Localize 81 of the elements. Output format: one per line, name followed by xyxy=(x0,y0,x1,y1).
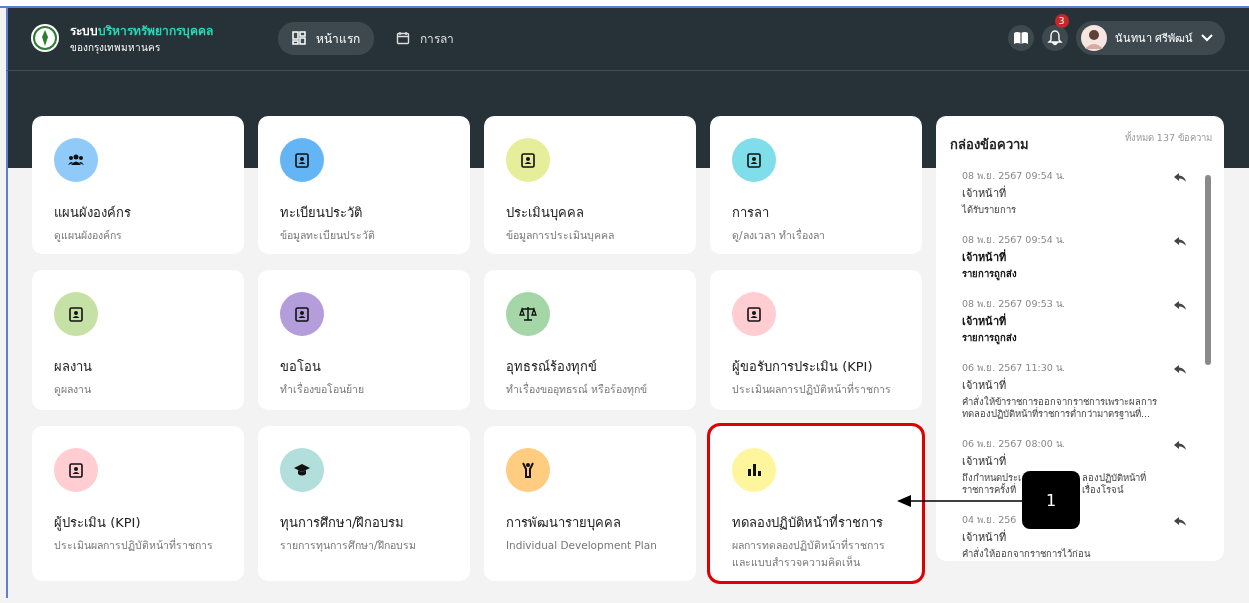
book-icon xyxy=(1012,31,1029,45)
menu-card[interactable]: ผู้ประเมิน (KPI) ประเมินผลการปฏิบัติหน้าที่ราชการ xyxy=(32,426,244,581)
card-description: ประเมินผลการปฏิบัติหน้าที่ราชการ xyxy=(54,537,214,553)
message-date: 06 พ.ย. 2567 11:30 น. xyxy=(962,361,1066,375)
message-text: ถึงกำหนดประเ xyxy=(962,472,1021,483)
menu-card[interactable]: การลา ดู/ลงเวลา ทำเรื่องลา xyxy=(710,116,922,254)
message-text: คำสั่งให้ออกจากราชการไว้ก่อน xyxy=(962,548,1092,557)
card-title: ผลงาน xyxy=(54,358,93,376)
menu-card[interactable]: ทุนการศึกษา/ฝึกอบรม รายการทุนการศึกษา/ฝึกอบรม xyxy=(258,426,470,581)
menu-card[interactable]: ขอโอน ทำเรื่องขอโอนย้าย xyxy=(258,270,470,410)
card-description: ดูแผนผังองค์กร xyxy=(54,228,123,244)
card-description: ข้อมูลทะเบียนประวัติ xyxy=(280,228,376,244)
message-sender: เจ้าหน้าที่ xyxy=(962,250,1007,266)
card-title: ประเมินบุคคล xyxy=(506,204,585,223)
message-sender: เจ้าหน้าที่ xyxy=(962,454,1007,470)
card-description: รายการทุนการศึกษา/ฝึกอบรม xyxy=(280,538,417,554)
reply-icon[interactable] xyxy=(1174,237,1186,247)
card-title: การพัฒนารายบุคคล xyxy=(506,514,622,533)
message-count: ทั้งหมด 137 ข้อความ xyxy=(1124,130,1212,145)
callout-label: 1 xyxy=(1022,471,1080,529)
card-description: ผลการทดลองปฏิบัติหน้าที่ราชการและแบบสำรวจความคิดเห็น xyxy=(732,537,886,570)
message-text: เรื่องโรจน์ xyxy=(1082,484,1123,496)
menu-card[interactable]: การพัฒนารายบุคคล Individual Development Plan xyxy=(484,426,696,581)
menu-card[interactable]: อุทธรณ์ร้องทุกข์ ทำเรื่องขออุทธรณ์ หรือร้องทุกข์ xyxy=(484,270,696,410)
message-text: ราชการครั้งที่ xyxy=(962,484,1016,496)
card-title: อุทธรณ์ร้องทุกข์ xyxy=(506,358,598,377)
reply-icon[interactable] xyxy=(1174,365,1186,375)
message-date: 06 พ.ย. 2567 08:00 น. xyxy=(962,437,1066,451)
reply-icon[interactable] xyxy=(1174,173,1186,183)
dashboard-icon xyxy=(292,31,306,45)
message-sender: เจ้าหน้าที่ xyxy=(962,186,1007,202)
message-text: รายการถูกส่ง xyxy=(962,268,1018,280)
user-menu[interactable]: นันทนา ศรีพัฒน์ xyxy=(1075,21,1225,55)
card-description: ทำเรื่องขออุทธรณ์ หรือร้องทุกข์ xyxy=(506,381,649,398)
bell-icon xyxy=(1046,30,1063,46)
card-description: ข้อมูลการประเมินบุคคล xyxy=(506,228,615,244)
message-sender: เจ้าหน้าที่ xyxy=(962,378,1007,394)
menu-card[interactable]: ผู้ขอรับการประเมิน (KPI) ประเมินผลการปฏิบัติหน้าที่ราชการ xyxy=(710,270,922,410)
panel-title: กล่องข้อความ xyxy=(950,136,1029,154)
manual-button[interactable] xyxy=(1007,25,1034,51)
card-title: การลา xyxy=(732,204,770,222)
card-title: ทดลองปฏิบัติหน้าที่ราชการ xyxy=(732,513,884,532)
message-text: คำสั่งให้ข้าราชการออกจากราชการเพราะผลการทดลองปฏิบัติหน้าที่ราชการต่ำกว่ามาตรฐานที่... xyxy=(962,396,1158,420)
card-description: ประเมินผลการปฏิบัติหน้าที่ราชการ xyxy=(732,381,892,397)
reply-icon[interactable] xyxy=(1174,301,1186,311)
avatar-icon xyxy=(1080,25,1107,51)
card-title: ผู้ขอรับการประเมิน (KPI) xyxy=(732,358,874,377)
nav-tab[interactable]: หน้าแรก xyxy=(278,21,374,55)
menu-card[interactable]: แผนผังองค์กร ดูแผนผังองค์กร xyxy=(32,116,244,254)
message-date: 04 พ.ย. 256 xyxy=(962,513,1018,527)
notification-badge: 3 xyxy=(1054,14,1069,28)
message-text: ได้รับรายการ xyxy=(962,204,1017,216)
card-title: แผนผังองค์กร xyxy=(54,204,132,222)
card-description: Individual Development Plan xyxy=(506,538,658,553)
menu-card[interactable]: ประเมินบุคคล ข้อมูลการประเมินบุคคล xyxy=(484,116,696,254)
seal-logo xyxy=(30,23,60,53)
menu-card[interactable]: ทดลองปฏิบัติหน้าที่ราชการ ผลการทดลองปฏิบัติหน้าที่ราชการและแบบสำรวจความคิดเห็น xyxy=(710,426,922,581)
card-title: ทะเบียนประวัติ xyxy=(280,204,363,222)
message-date: 08 พ.ย. 2567 09:54 น. xyxy=(962,233,1066,247)
app-title: ระบบบริหารทรัพยากรบุคคล xyxy=(70,23,213,40)
message-text: รายการถูกส่ง xyxy=(962,332,1018,344)
notification-button[interactable] xyxy=(1041,25,1068,51)
message-date: 08 พ.ย. 2567 09:53 น. xyxy=(962,297,1066,311)
card-description: ดู/ลงเวลา ทำเรื่องลา xyxy=(732,227,826,244)
card-title: ผู้ประเมิน (KPI) xyxy=(54,514,142,533)
menu-card[interactable]: ทะเบียนประวัติ ข้อมูลทะเบียนประวัติ xyxy=(258,116,470,254)
message-sender: เจ้าหน้าที่ xyxy=(962,314,1007,330)
nav-tab[interactable]: การลา xyxy=(382,21,468,55)
card-title: ขอโอน xyxy=(280,358,322,376)
chevron-down-icon xyxy=(1201,34,1213,42)
card-title: ทุนการศึกษา/ฝึกอบรม xyxy=(280,514,406,533)
message-date: 08 พ.ย. 2567 09:54 น. xyxy=(962,169,1066,183)
card-description: ทำเรื่องขอโอนย้าย xyxy=(280,381,365,397)
calendar-icon xyxy=(396,31,410,45)
reply-icon[interactable] xyxy=(1174,441,1186,451)
app-subtitle: ของกรุงเทพมหานคร xyxy=(70,41,161,55)
reply-icon[interactable] xyxy=(1174,517,1186,527)
card-description: ดูผลงาน xyxy=(54,382,92,398)
message-sender: เจ้าหน้าที่ xyxy=(962,530,1007,546)
menu-card[interactable]: ผลงาน ดูผลงาน xyxy=(32,270,244,410)
message-text: ลองปฏิบัติหน้าที่ xyxy=(1082,472,1146,483)
